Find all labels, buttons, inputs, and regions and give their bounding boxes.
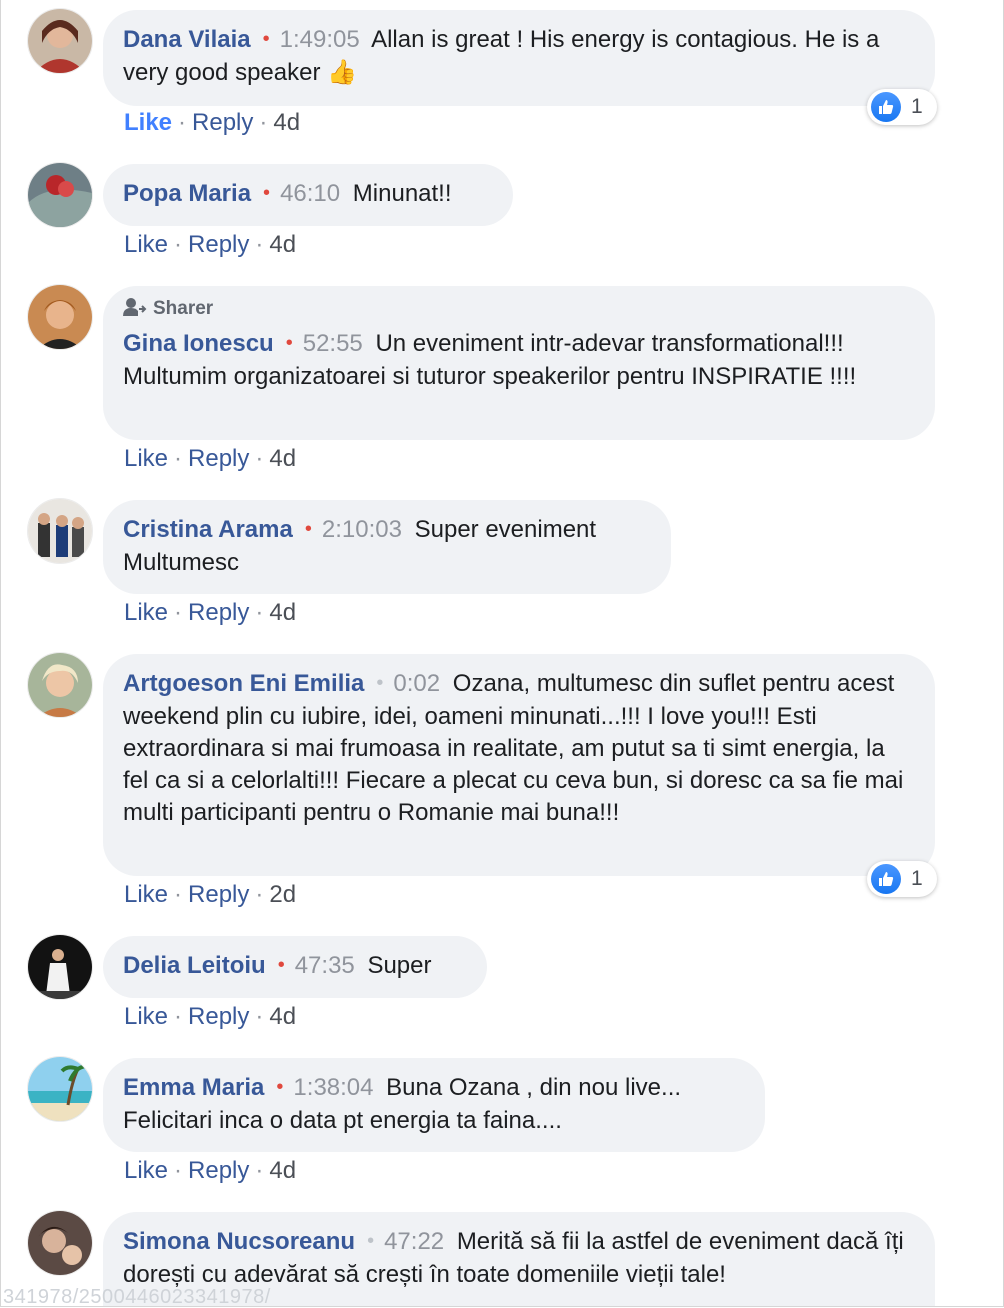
reply-link[interactable]: Reply bbox=[192, 109, 253, 136]
timestamp-link[interactable]: 47:22 bbox=[384, 1228, 444, 1255]
like-link[interactable]: Like bbox=[124, 1003, 168, 1030]
sharer-icon bbox=[123, 298, 147, 316]
comment-age[interactable]: 4d bbox=[269, 231, 296, 258]
like-link[interactable]: Like bbox=[124, 1157, 168, 1184]
author-name[interactable]: Artgoeson Eni Emilia bbox=[123, 670, 364, 697]
timestamp-link[interactable]: 1:38:04 bbox=[293, 1074, 373, 1101]
reply-link[interactable]: Reply bbox=[188, 231, 249, 258]
comment-bubble: Delia Leitoiu • 47:35 Super bbox=[103, 936, 487, 998]
comment-bubble: Emma Maria • 1:38:04 Buna Ozana , din nou … bbox=[103, 1058, 765, 1152]
avatar[interactable] bbox=[27, 652, 93, 718]
timestamp-link[interactable]: 46:10 bbox=[280, 180, 340, 207]
author-name[interactable]: Emma Maria bbox=[123, 1074, 264, 1101]
timestamp-link[interactable]: 1:49:05 bbox=[280, 26, 360, 53]
comment-bubble: Popa Maria • 46:10 Minunat!! bbox=[103, 164, 513, 226]
reply-link[interactable]: Reply bbox=[188, 881, 249, 908]
timestamp-link[interactable]: 47:35 bbox=[295, 952, 355, 979]
author-name[interactable]: Dana Vilaia bbox=[123, 26, 251, 53]
live-dot: • bbox=[262, 28, 270, 50]
author-name[interactable]: Cristina Arama bbox=[123, 516, 293, 543]
timestamp-link[interactable]: 0:02 bbox=[393, 670, 440, 697]
live-dot: • bbox=[285, 332, 293, 354]
author-name[interactable]: Delia Leitoiu bbox=[123, 952, 266, 979]
comment-actions: Like · Reply · 4d bbox=[124, 445, 297, 472]
author-name[interactable]: Popa Maria bbox=[123, 180, 251, 207]
timestamp-link[interactable]: 52:55 bbox=[303, 330, 363, 357]
like-link[interactable]: Like bbox=[124, 231, 168, 258]
comment-actions: Like · Reply · 4d bbox=[124, 599, 297, 626]
comment-text: Super bbox=[367, 952, 432, 979]
comments-feed: Dana Vilaia • 1:49:05 Allan is great ! His… bbox=[0, 0, 1004, 1307]
like-link[interactable]: Like bbox=[124, 599, 168, 626]
live-dot: • bbox=[277, 954, 285, 976]
comment-age[interactable]: 4d bbox=[269, 1157, 296, 1184]
live-dot: • bbox=[263, 182, 271, 204]
reply-link[interactable]: Reply bbox=[188, 1003, 249, 1030]
author-name[interactable]: Simona Nucsoreanu bbox=[123, 1228, 355, 1255]
comment-actions: Like · Reply · 4d bbox=[124, 1003, 297, 1030]
avatar[interactable] bbox=[27, 162, 93, 228]
thumbs-up-icon bbox=[871, 864, 901, 894]
live-dot: • bbox=[276, 1076, 284, 1098]
reply-link[interactable]: Reply bbox=[188, 599, 249, 626]
comment-bubble: Artgoeson Eni Emilia • 0:02 Ozana, multume… bbox=[103, 654, 935, 876]
comment-age[interactable]: 4d bbox=[273, 109, 300, 136]
comment-age[interactable]: 4d bbox=[269, 1003, 296, 1030]
reaction-number: 1 bbox=[911, 95, 923, 118]
sharer-badge: Sharer bbox=[123, 296, 915, 322]
like-link[interactable]: Like bbox=[124, 109, 172, 136]
timestamp-link[interactable]: 2:10:03 bbox=[322, 516, 402, 543]
reply-link[interactable]: Reply bbox=[188, 445, 249, 472]
like-link[interactable]: Like bbox=[124, 445, 168, 472]
comment-actions: Like · Reply · 4d bbox=[124, 1157, 297, 1184]
like-link[interactable]: Like bbox=[124, 881, 168, 908]
reaction-number: 1 bbox=[911, 867, 923, 890]
sharer-label: Sharer bbox=[153, 298, 214, 319]
avatar[interactable] bbox=[27, 8, 93, 74]
live-dot: • bbox=[376, 672, 384, 694]
author-name[interactable]: Gina Ionescu bbox=[123, 330, 274, 357]
comment-age[interactable]: 4d bbox=[269, 599, 296, 626]
comment-age[interactable]: 4d bbox=[269, 445, 296, 472]
comment-actions: Like · Reply · 2d bbox=[124, 881, 297, 908]
comment-actions: Like · Reply · 4d bbox=[124, 109, 301, 136]
avatar[interactable] bbox=[27, 498, 93, 564]
comment-age[interactable]: 2d bbox=[269, 881, 296, 908]
comment-text: Minunat!! bbox=[352, 180, 452, 207]
reaction-count[interactable]: 1 bbox=[867, 89, 937, 125]
thumbs-up-icon bbox=[871, 92, 901, 122]
live-dot: • bbox=[304, 518, 312, 540]
avatar[interactable] bbox=[27, 934, 93, 1000]
comment-actions: Like · Reply · 4d bbox=[124, 231, 297, 258]
comment-bubble: Sharer Gina Ionescu • 52:55 Un eveniment i… bbox=[103, 286, 935, 440]
reply-link[interactable]: Reply bbox=[188, 1157, 249, 1184]
comment-bubble: Dana Vilaia • 1:49:05 Allan is great ! His… bbox=[103, 10, 935, 106]
reaction-count[interactable]: 1 bbox=[867, 861, 937, 897]
comment-bubble: Cristina Arama • 2:10:03 Super eveniment M… bbox=[103, 500, 671, 594]
url-watermark: 341978/2500446023341978/ bbox=[3, 1286, 271, 1307]
avatar[interactable] bbox=[27, 1056, 93, 1122]
live-dot: • bbox=[367, 1230, 375, 1252]
avatar[interactable] bbox=[27, 1210, 93, 1276]
avatar[interactable] bbox=[27, 284, 93, 350]
